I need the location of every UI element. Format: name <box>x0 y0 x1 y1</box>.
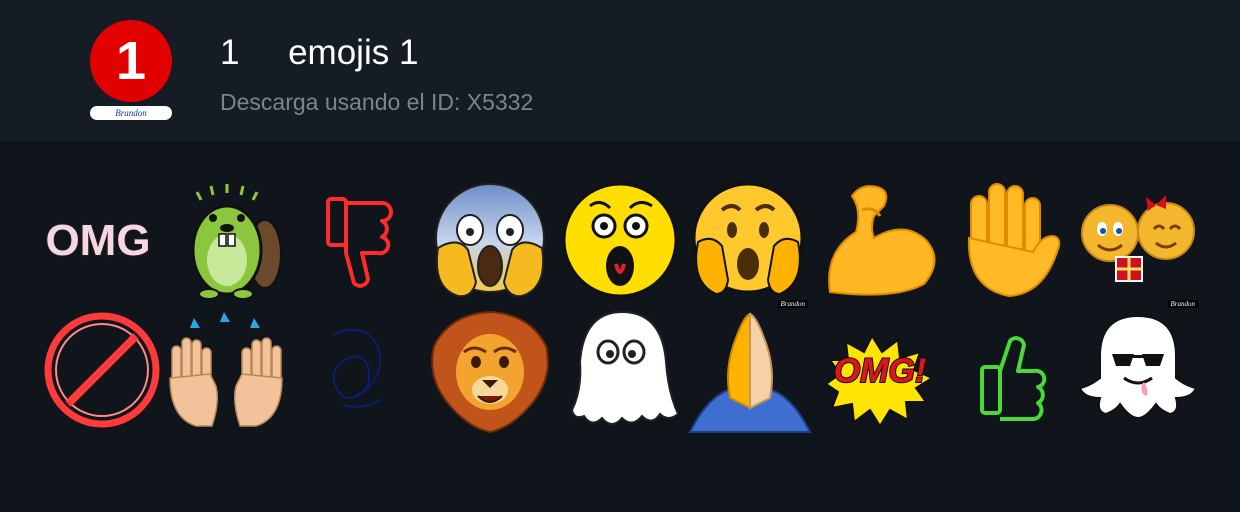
sticker-green-neon-thumbs-up[interactable] <box>948 308 1072 432</box>
sticker-dark-blue-scribble[interactable] <box>296 308 420 432</box>
sticker-shocked-face-hands-on-cheeks[interactable]: Brandon <box>686 178 810 308</box>
sticker-omg-comic-burst[interactable]: OMG! <box>818 308 942 432</box>
sticker-lion-face[interactable] <box>428 308 552 434</box>
sticker-caption: Brandon <box>777 300 808 308</box>
logo-number: 1 <box>115 31 147 91</box>
sticker-raising-hands[interactable] <box>164 308 288 432</box>
folded-hands-icon <box>688 312 812 433</box>
pack-subtitle: Descarga usando el ID: X5332 <box>220 89 534 115</box>
ghost-icon <box>570 310 680 425</box>
sticker-omg-pink-text[interactable]: OMG <box>36 178 160 302</box>
lion-face-icon <box>431 310 549 434</box>
screaming-face-icon <box>435 183 545 298</box>
svg-text:OMG!: OMG! <box>834 352 927 390</box>
sticker-ghost[interactable] <box>560 308 684 432</box>
omg-burst-art: OMG! <box>824 333 935 428</box>
thumbs-down-icon <box>326 197 393 288</box>
sticker-yellow-surprised-face[interactable] <box>558 178 682 302</box>
logo-circle: 1 <box>90 20 172 102</box>
sticker-face-screaming-in-fear[interactable] <box>428 178 552 302</box>
shocked-face-icon <box>692 182 804 296</box>
svg-text:OMG: OMG <box>45 216 150 265</box>
sticker-raised-hand[interactable] <box>946 178 1070 302</box>
pack-logo: 1 Brandon <box>84 18 180 124</box>
sticker-green-beaver[interactable] <box>170 178 294 302</box>
emoji-couple-icon <box>1081 195 1195 282</box>
beaver-icon <box>191 184 282 300</box>
pack-title: 1 emojis 1 <box>220 33 419 72</box>
sticker-folded-hands[interactable] <box>688 308 812 433</box>
sticker-caption: Brandon <box>1167 300 1198 308</box>
sticker-red-neon-prohibited-sign[interactable] <box>40 308 164 432</box>
surprised-face-icon <box>562 182 678 298</box>
pack-header: 1 Brandon 1 emojis 1 Descarga usando el … <box>0 0 1240 141</box>
sticker-ghost-with-sunglasses[interactable] <box>1076 308 1200 432</box>
raised-hand-icon <box>967 183 1061 298</box>
sticker-flexed-biceps[interactable] <box>818 178 942 302</box>
thumbs-up-icon <box>980 336 1047 421</box>
raising-hands-icon <box>169 312 283 427</box>
logo-caption: Brandon <box>90 106 172 120</box>
sticker-red-neon-thumbs-down[interactable] <box>298 178 422 302</box>
prohibited-sign-icon <box>44 312 160 428</box>
sticker-emoji-couple-with-gift[interactable]: Brandon <box>1076 178 1200 308</box>
ghost-sunglasses-icon <box>1078 314 1198 420</box>
flexed-biceps-icon <box>828 185 936 296</box>
scribble-icon <box>332 328 384 408</box>
omg-pink-text-art: OMG <box>44 215 152 267</box>
